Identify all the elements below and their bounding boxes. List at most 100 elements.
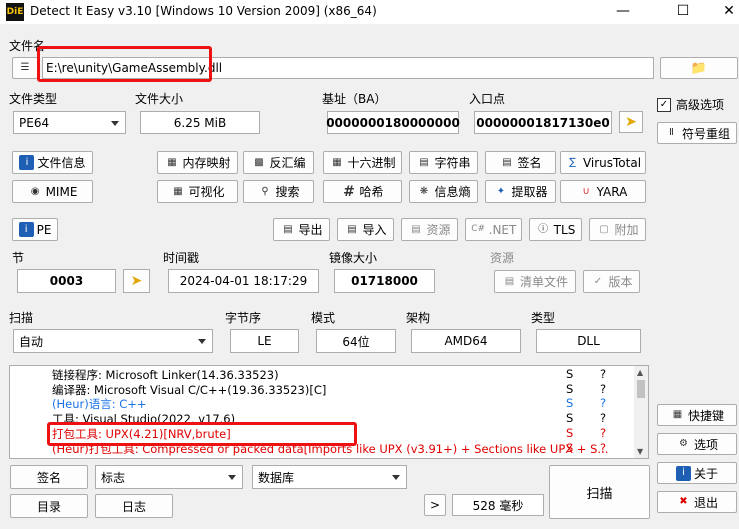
- maximize-button[interactable]: ☐: [660, 0, 706, 24]
- result-info[interactable]: ?: [600, 411, 606, 425]
- scroll-down-icon[interactable]: ▼: [637, 447, 643, 456]
- flags-select[interactable]: 标志: [95, 465, 243, 489]
- disasm-label: 反汇编: [269, 156, 306, 170]
- version-button[interactable]: ✓ 版本: [583, 270, 640, 293]
- arrow-right-icon: ➤: [625, 114, 637, 130]
- mime-button[interactable]: ◉ MIME: [12, 180, 93, 203]
- virustotal-label: VirusTotal: [582, 155, 642, 170]
- result-signature[interactable]: S: [566, 367, 573, 381]
- virustotal-icon: ∑: [569, 156, 576, 168]
- hash-label: 哈希: [359, 185, 384, 199]
- entry-point-value: 00000001817130e0: [474, 111, 612, 134]
- about-button[interactable]: i 关于: [657, 462, 737, 484]
- cursor-icon: Ⅱ: [669, 127, 674, 138]
- overlay-label: 附加: [614, 223, 639, 237]
- mode-value: 64位: [316, 329, 396, 353]
- minimize-button[interactable]: —: [600, 0, 646, 24]
- scroll-thumb[interactable]: [637, 380, 645, 398]
- tls-button[interactable]: ⓘ TLS: [529, 218, 582, 241]
- scan-mode-select[interactable]: 自动: [13, 329, 213, 353]
- file-info-button[interactable]: i 文件信息: [12, 151, 93, 174]
- extractor-label: 提取器: [511, 185, 548, 199]
- result-signature[interactable]: S: [566, 396, 573, 410]
- signatures-label: 签名: [517, 156, 542, 170]
- more-button[interactable]: >: [424, 494, 446, 516]
- arrow-right-icon: ➤: [130, 273, 143, 289]
- close-icon: ✖: [679, 496, 688, 507]
- close-button[interactable]: ✕: [706, 0, 739, 24]
- extractor-button[interactable]: ✦ 提取器: [485, 180, 556, 203]
- elapsed-time: 528 毫秒: [452, 494, 544, 516]
- hex-label: 十六进制: [347, 156, 396, 170]
- result-info[interactable]: ?: [600, 396, 606, 410]
- result-signature[interactable]: S: [566, 441, 573, 455]
- file-type-value: PE64: [19, 115, 50, 130]
- resources-button[interactable]: ▤ 资源: [401, 218, 458, 241]
- file-menu-button[interactable]: ☰: [12, 57, 38, 79]
- dotnet-label: .NET: [488, 222, 517, 237]
- result-info[interactable]: ?: [600, 441, 606, 455]
- arch-label: 架构: [406, 311, 431, 325]
- visualization-button[interactable]: ▦ 可视化: [157, 180, 238, 203]
- result-signature[interactable]: S: [566, 382, 573, 396]
- options-button[interactable]: ⚙ 选项: [657, 433, 737, 455]
- memory-map-button[interactable]: ▦ 内存映射: [157, 151, 238, 174]
- scroll-up-icon[interactable]: ▲: [637, 368, 643, 377]
- resources-icon: ▤: [411, 223, 421, 235]
- hex-button[interactable]: ▦ 十六进制: [323, 151, 402, 174]
- exit-button[interactable]: ✖ 退出: [657, 491, 737, 513]
- search-button[interactable]: ⚲ 搜索: [243, 180, 314, 203]
- image-size-value: 01718000: [334, 269, 435, 293]
- open-file-button[interactable]: 📁: [660, 57, 738, 79]
- entry-point-go-button[interactable]: ➤: [619, 111, 643, 133]
- export-button[interactable]: ▤ 导出: [273, 218, 330, 241]
- manifest-label: 清单文件: [519, 275, 568, 289]
- yara-button[interactable]: ∪ YARA: [560, 180, 646, 203]
- file-type-select[interactable]: PE64: [13, 111, 126, 134]
- demangle-button[interactable]: Ⅱ 符号重组: [657, 122, 737, 144]
- log-button[interactable]: 日志: [95, 494, 173, 518]
- image-size-label: 镜像大小: [329, 251, 378, 265]
- result-info[interactable]: ?: [600, 426, 606, 440]
- version-label: 版本: [608, 275, 633, 289]
- virustotal-button[interactable]: ∑ VirusTotal: [560, 151, 646, 174]
- hash-button[interactable]: # 哈希: [323, 180, 402, 203]
- dotnet-button[interactable]: C# .NET: [465, 218, 522, 241]
- section-label: 节: [12, 251, 25, 265]
- info-icon: i: [675, 465, 691, 481]
- result-info[interactable]: ?: [600, 367, 606, 381]
- folder-icon: 📁: [690, 60, 708, 76]
- exit-label: 退出: [693, 495, 718, 510]
- strings-button[interactable]: ▤ 字符串: [409, 151, 478, 174]
- import-icon: ▤: [347, 223, 357, 235]
- advanced-checkbox[interactable]: ✓ 高级选项: [657, 96, 724, 113]
- disasm-icon: ▩: [254, 156, 264, 168]
- entropy-button[interactable]: ❋ 信息熵: [409, 180, 478, 203]
- import-label: 导入: [362, 223, 387, 237]
- mime-icon: ◉: [30, 185, 40, 197]
- result-signature[interactable]: S: [566, 411, 573, 425]
- section-go-button[interactable]: ➤: [123, 269, 150, 293]
- scan-button[interactable]: 扫描: [549, 465, 650, 519]
- directory-button[interactable]: 目录: [10, 494, 88, 518]
- signatures-bottom-button[interactable]: 签名: [10, 465, 88, 489]
- list-item[interactable]: (Heur)语言: C++ S ?: [10, 396, 632, 411]
- disasm-button[interactable]: ▩ 反汇编: [243, 151, 314, 174]
- file-type-label: 文件类型: [9, 92, 58, 106]
- import-button[interactable]: ▤ 导入: [337, 218, 394, 241]
- overlay-button[interactable]: ▢ 附加: [589, 218, 646, 241]
- list-item[interactable]: 编译器: Microsoft Visual C/C++(19.36.33523)…: [10, 382, 632, 397]
- manifest-button[interactable]: ▤ 清单文件: [494, 270, 576, 293]
- results-scrollbar[interactable]: ▲ ▼: [634, 366, 648, 458]
- result-signature[interactable]: S: [566, 426, 573, 440]
- signatures-button[interactable]: ▤ 签名: [485, 151, 556, 174]
- pe-button[interactable]: i PE: [12, 218, 58, 241]
- list-item[interactable]: 链接程序: Microsoft Linker(14.36.33523) S ?: [10, 367, 632, 382]
- chevron-down-icon: [392, 475, 400, 480]
- strings-icon: ▤: [419, 156, 429, 168]
- entropy-label: 信息熵: [434, 185, 471, 199]
- database-select[interactable]: 数据库: [252, 465, 407, 489]
- shortcuts-button[interactable]: ▦ 快捷键: [657, 404, 737, 426]
- result-info[interactable]: ?: [600, 382, 606, 396]
- timestamp-label: 时间戳: [163, 251, 200, 265]
